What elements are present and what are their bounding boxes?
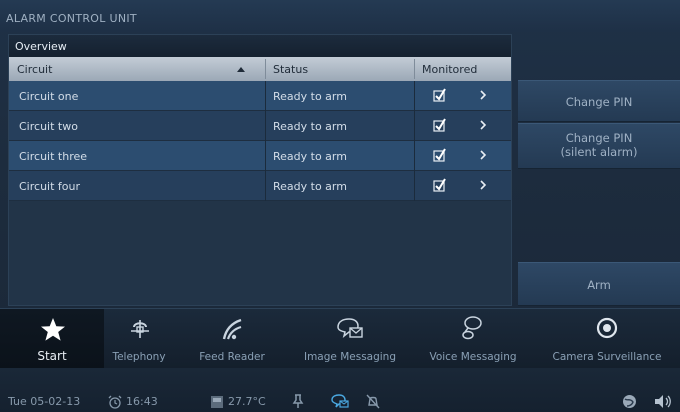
table-row[interactable]: Circuit one Ready to arm <box>9 81 511 111</box>
table-row[interactable]: Circuit three Ready to arm <box>9 141 511 171</box>
message-notification-icon[interactable] <box>331 394 349 409</box>
change-pin-label: Change PIN <box>565 95 633 109</box>
chevron-right-icon[interactable] <box>479 119 487 131</box>
telephony-icon <box>131 320 149 338</box>
voice-messaging-icon <box>462 316 482 340</box>
table-row[interactable]: Circuit two Ready to arm <box>9 111 511 141</box>
arm-label: Arm <box>587 278 611 292</box>
nav-start-label: Start <box>37 349 67 363</box>
camera-surveillance-icon <box>596 317 618 339</box>
column-divider <box>414 59 415 79</box>
nav-image-messaging-label: Image Messaging <box>303 351 397 363</box>
column-header-circuit[interactable]: Circuit <box>17 57 52 81</box>
nav-feed-reader-label: Feed Reader <box>199 351 265 363</box>
star-icon <box>41 318 65 341</box>
pin-icon[interactable] <box>292 394 304 409</box>
column-divider <box>265 141 266 171</box>
column-divider <box>265 59 266 79</box>
nav-camera-surveillance-label: Camera Surveillance <box>552 351 662 363</box>
column-divider <box>414 141 415 171</box>
alarm-clock-icon <box>108 395 122 409</box>
circuit-name: Circuit one <box>19 90 79 103</box>
overview-panel: Overview Circuit Status Monitored Circui… <box>8 34 512 306</box>
table-header: Circuit Status Monitored <box>9 57 511 81</box>
table-row[interactable]: Circuit four Ready to arm <box>9 171 511 201</box>
nav-start[interactable]: Start <box>0 309 104 369</box>
column-divider <box>414 171 415 201</box>
column-divider <box>265 111 266 141</box>
chevron-right-icon[interactable] <box>479 149 487 161</box>
status-date: Tue 05-02-13 <box>8 395 81 408</box>
nav-voice-messaging-label: Voice Messaging <box>429 351 517 363</box>
nav-camera-surveillance[interactable]: Camera Surveillance <box>538 309 676 369</box>
column-divider <box>265 81 266 111</box>
change-pin-silent-label: Change PIN <box>565 131 633 145</box>
circuit-name: Circuit four <box>19 180 80 193</box>
panel-title: Overview <box>9 35 511 57</box>
nav-voice-messaging[interactable]: Voice Messaging <box>418 309 528 369</box>
circuit-status: Ready to arm <box>273 90 347 103</box>
monitored-checkbox-icon[interactable] <box>433 147 447 163</box>
sort-ascending-icon[interactable] <box>237 67 245 72</box>
chevron-right-icon[interactable] <box>479 179 487 191</box>
nav-telephony-label: Telephony <box>112 351 166 363</box>
image-messaging-icon <box>337 318 363 338</box>
silent-alarm-label: (silent alarm) <box>560 145 638 159</box>
monitored-checkbox-icon[interactable] <box>433 117 447 133</box>
circuit-name: Circuit three <box>19 150 88 163</box>
column-divider <box>265 171 266 201</box>
volume-icon[interactable] <box>654 394 672 409</box>
feed-reader-icon <box>222 318 242 340</box>
column-header-monitored[interactable]: Monitored <box>422 57 477 81</box>
network-globe-icon[interactable] <box>622 394 637 409</box>
change-pin-button[interactable]: Change PIN <box>518 80 680 122</box>
monitored-checkbox-icon[interactable] <box>433 177 447 193</box>
nav-feed-reader[interactable]: Feed Reader <box>192 309 272 369</box>
column-header-status[interactable]: Status <box>273 57 308 81</box>
weather-icon <box>211 396 223 408</box>
circuit-status: Ready to arm <box>273 150 347 163</box>
title-bar: ALARM CONTROL UNIT <box>0 0 680 32</box>
window-title: ALARM CONTROL UNIT <box>6 12 137 25</box>
status-bar: Tue 05-02-13 16:43 27.7°C <box>0 368 680 412</box>
bottom-navigation: Start Telephony Feed Reader Image Messag… <box>0 308 680 369</box>
chevron-right-icon[interactable] <box>479 89 487 101</box>
circuit-status: Ready to arm <box>273 120 347 133</box>
column-divider <box>414 111 415 141</box>
column-divider <box>414 81 415 111</box>
status-time: 16:43 <box>126 395 158 408</box>
change-pin-silent-alarm-button[interactable]: Change PIN (silent alarm) <box>518 123 680 169</box>
nav-telephony[interactable]: Telephony <box>104 309 174 369</box>
monitored-checkbox-icon[interactable] <box>433 87 447 103</box>
status-temperature: 27.7°C <box>228 395 266 408</box>
circuit-status: Ready to arm <box>273 180 347 193</box>
arm-button[interactable]: Arm <box>518 262 680 306</box>
app-window: ALARM CONTROL UNIT Overview Circuit Stat… <box>0 0 680 412</box>
bell-muted-icon[interactable] <box>366 394 380 409</box>
nav-image-messaging[interactable]: Image Messaging <box>290 309 410 369</box>
circuit-name: Circuit two <box>19 120 78 133</box>
